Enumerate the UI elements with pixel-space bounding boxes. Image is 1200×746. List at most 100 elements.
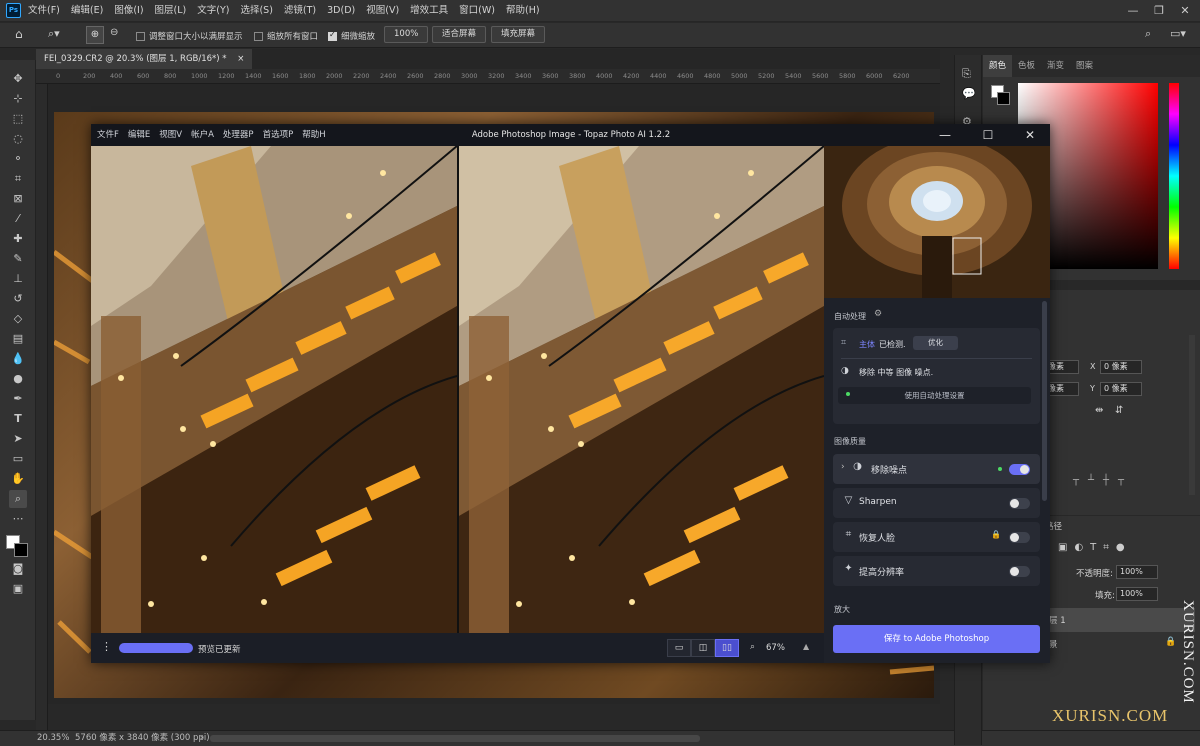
zoom-in-icon[interactable]: ⊕ (86, 26, 104, 44)
rectangle-tool-icon[interactable]: ▭ (9, 450, 27, 468)
zoom-tool-preset-icon[interactable]: ⌕▾ (48, 27, 60, 41)
eraser-tool-icon[interactable]: ◇ (9, 310, 27, 328)
menu-window[interactable]: 窗口(W) (459, 0, 495, 22)
brush-tool-icon[interactable]: ✎ (9, 250, 27, 268)
tab-color[interactable]: 颜色 (983, 55, 1013, 77)
maximize-button[interactable]: ❐ (1146, 0, 1172, 22)
crop-tool-icon[interactable]: ⌗ (9, 170, 27, 188)
eyedropper-tool-icon[interactable]: ⁄ (9, 210, 27, 228)
preview-before[interactable] (91, 146, 457, 633)
quick-mask-icon[interactable]: ◙ (9, 560, 27, 578)
tab-gradients[interactable]: 渐变 (1041, 55, 1070, 77)
move-tool-icon[interactable]: ✥ (9, 70, 27, 88)
navigator-thumbnail[interactable] (824, 146, 1050, 298)
document-tab-close-icon[interactable]: × (237, 54, 244, 64)
zoom-icon[interactable]: ⌕ (750, 642, 755, 652)
frame-tool-icon[interactable]: ⊠ (9, 190, 27, 208)
menu-help[interactable]: 帮助(H) (506, 0, 540, 22)
zoom-all-option[interactable]: 缩放所有窗口 (254, 30, 318, 42)
gradient-tool-icon[interactable]: ▤ (9, 330, 27, 348)
tab-swatches[interactable]: 色板 (1012, 55, 1041, 77)
topaz-menu-preferences[interactable]: 首选项P (263, 124, 294, 146)
quick-select-tool-icon[interactable]: ⚬ (9, 150, 27, 168)
healing-brush-tool-icon[interactable]: ✚ (9, 230, 27, 248)
zoom-100-button[interactable]: 100% (384, 26, 429, 43)
history-panel-icon[interactable]: ⎘ (962, 67, 971, 81)
scrubby-zoom-checkbox[interactable] (328, 30, 337, 41)
flip-vertical-icon[interactable]: ⇵ (1115, 405, 1123, 416)
menu-3d[interactable]: 3D(D) (327, 0, 355, 22)
status-zoom[interactable]: 20.35% (37, 731, 69, 746)
document-tab[interactable]: FEI_0329.CR2 @ 20.3% (图层 1, RGB/16*) * × (36, 49, 253, 69)
dodge-tool-icon[interactable]: ● (9, 370, 27, 388)
blur-tool-icon[interactable]: 💧 (9, 350, 27, 368)
search-icon[interactable]: ⌕ (1145, 27, 1151, 41)
face-recovery-row[interactable]: ⌗ 恢复人脸 🔒 (833, 522, 1040, 552)
sharpen-row[interactable]: ▽ Sharpen (833, 488, 1040, 518)
path-select-tool-icon[interactable]: ➤ (9, 430, 27, 448)
expand-chevron-icon[interactable]: › (841, 462, 845, 472)
topaz-menu-file[interactable]: 文件F (97, 124, 119, 146)
fill-field[interactable]: 100% (1116, 587, 1158, 601)
tab-patterns[interactable]: 图案 (1070, 55, 1099, 77)
menu-edit[interactable]: 编辑(E) (71, 0, 103, 22)
marquee-tool-icon[interactable]: ⬚ (9, 110, 27, 128)
denoise-row[interactable]: › ◑ 移除噪点 (833, 454, 1040, 484)
scrubby-zoom-option[interactable]: 细微缩放 (328, 30, 375, 42)
menu-layer[interactable]: 图层(L) (155, 0, 187, 22)
menu-file[interactable]: 文件(F) (28, 0, 60, 22)
menu-type[interactable]: 文字(Y) (197, 0, 229, 22)
history-brush-tool-icon[interactable]: ↺ (9, 290, 27, 308)
fill-screen-button[interactable]: 填充屏幕 (491, 26, 546, 43)
align-icons[interactable]: ┬┴┼┬ (1073, 475, 1133, 486)
use-auto-settings-button[interactable]: 使用自动处理设置 (838, 387, 1031, 404)
topaz-menu-view[interactable]: 视图V (159, 124, 182, 146)
face-recovery-toggle[interactable] (1009, 532, 1030, 543)
menu-view[interactable]: 视图(V) (366, 0, 399, 22)
topaz-close-button[interactable]: ✕ (1009, 124, 1051, 146)
upscale-row[interactable]: ✦ 提高分辨率 (833, 556, 1040, 586)
split-view-icon[interactable]: ◫ (691, 639, 715, 657)
screen-mode-icon[interactable]: ▣ (9, 580, 27, 598)
y-field[interactable]: 0 像素 (1100, 382, 1142, 396)
topaz-menu-account[interactable]: 帐户A (191, 124, 214, 146)
menu-filter[interactable]: 滤镜(T) (284, 0, 316, 22)
denoise-toggle[interactable] (1009, 464, 1030, 475)
home-icon[interactable]: ⌂ (15, 27, 23, 41)
menu-plugins[interactable]: 增效工具 (410, 0, 448, 22)
properties-scrollbar[interactable] (1189, 335, 1195, 495)
fit-screen-button[interactable]: 适合屏幕 (432, 26, 487, 43)
artboard-tool-icon[interactable]: ⊹ (9, 90, 27, 108)
zoom-tool-icon[interactable]: ⌕ (9, 490, 27, 508)
more-tools-icon[interactable]: ⋯ (9, 510, 27, 528)
single-view-icon[interactable]: ▭ (667, 639, 691, 657)
sharpen-toggle[interactable] (1009, 498, 1030, 509)
lasso-tool-icon[interactable]: ◌ (9, 130, 27, 148)
layer-filter-icons[interactable]: ▣◐T⌗● (1058, 542, 1132, 553)
close-button[interactable]: ✕ (1172, 0, 1198, 22)
comments-panel-icon[interactable]: 💬 (962, 87, 976, 100)
resize-windows-checkbox[interactable] (136, 32, 145, 41)
zoom-level[interactable]: 67% (766, 643, 785, 653)
zoom-dropdown-icon[interactable]: ▲ (803, 642, 809, 651)
opacity-field[interactable]: 100% (1116, 565, 1158, 579)
flip-horizontal-icon[interactable]: ⇹ (1095, 405, 1103, 416)
topaz-maximize-button[interactable]: ☐ (967, 124, 1009, 146)
optimize-button[interactable]: 优化 (913, 336, 958, 350)
hue-slider[interactable] (1169, 83, 1179, 269)
topaz-minimize-button[interactable]: — (924, 124, 966, 146)
workspace-icon[interactable]: ▭▾ (1170, 27, 1186, 40)
side-by-side-view-icon[interactable]: ▯▯ (715, 639, 739, 657)
zoom-out-icon[interactable]: ⊖ (110, 27, 118, 38)
clone-stamp-tool-icon[interactable]: ⊥ (9, 270, 27, 288)
background-color-swatch[interactable] (14, 543, 28, 557)
upscale-toggle[interactable] (1009, 566, 1030, 577)
more-options-icon[interactable]: ⋮ (101, 640, 112, 653)
minimize-button[interactable]: — (1120, 0, 1146, 22)
pen-tool-icon[interactable]: ✒ (9, 390, 27, 408)
topaz-menu-edit[interactable]: 编辑E (128, 124, 150, 146)
topaz-menu-help[interactable]: 帮助H (302, 124, 325, 146)
preview-after[interactable] (459, 146, 824, 633)
menu-image[interactable]: 图像(I) (114, 0, 143, 22)
zoom-all-checkbox[interactable] (254, 32, 263, 41)
